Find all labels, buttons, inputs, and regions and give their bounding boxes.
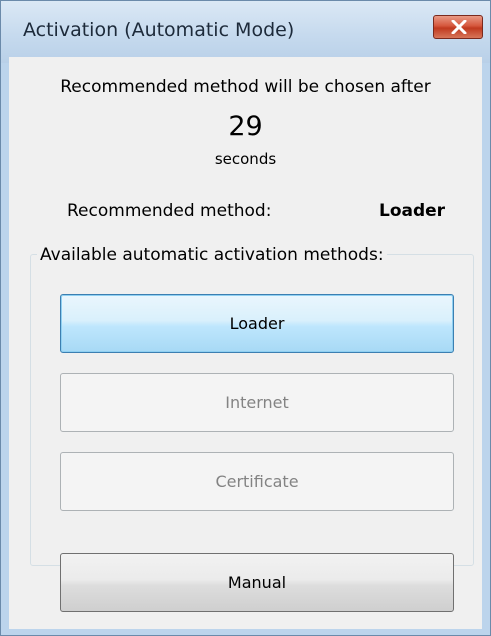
- window-title: Activation (Automatic Mode): [23, 19, 295, 41]
- close-icon: [451, 20, 467, 34]
- loader-button[interactable]: Loader: [60, 294, 454, 353]
- certificate-button[interactable]: Certificate: [60, 452, 454, 511]
- internet-button[interactable]: Internet: [60, 373, 454, 432]
- title-bar[interactable]: Activation (Automatic Mode): [1, 1, 490, 63]
- countdown-seconds-value: 29: [228, 111, 263, 142]
- recommended-method-label: Recommended method:: [67, 201, 272, 221]
- recommended-method-value: Loader: [379, 201, 446, 221]
- dialog-client-area: Recommended method will be chosen after …: [9, 57, 482, 629]
- manual-button[interactable]: Manual: [60, 553, 454, 612]
- countdown-seconds-label: seconds: [214, 150, 277, 168]
- activation-methods-group-label: Available automatic activation methods:: [37, 245, 387, 265]
- activation-dialog: Activation (Automatic Mode) Recommended …: [0, 0, 491, 636]
- close-button[interactable]: [433, 15, 483, 39]
- countdown-message: Recommended method will be chosen after: [60, 77, 431, 97]
